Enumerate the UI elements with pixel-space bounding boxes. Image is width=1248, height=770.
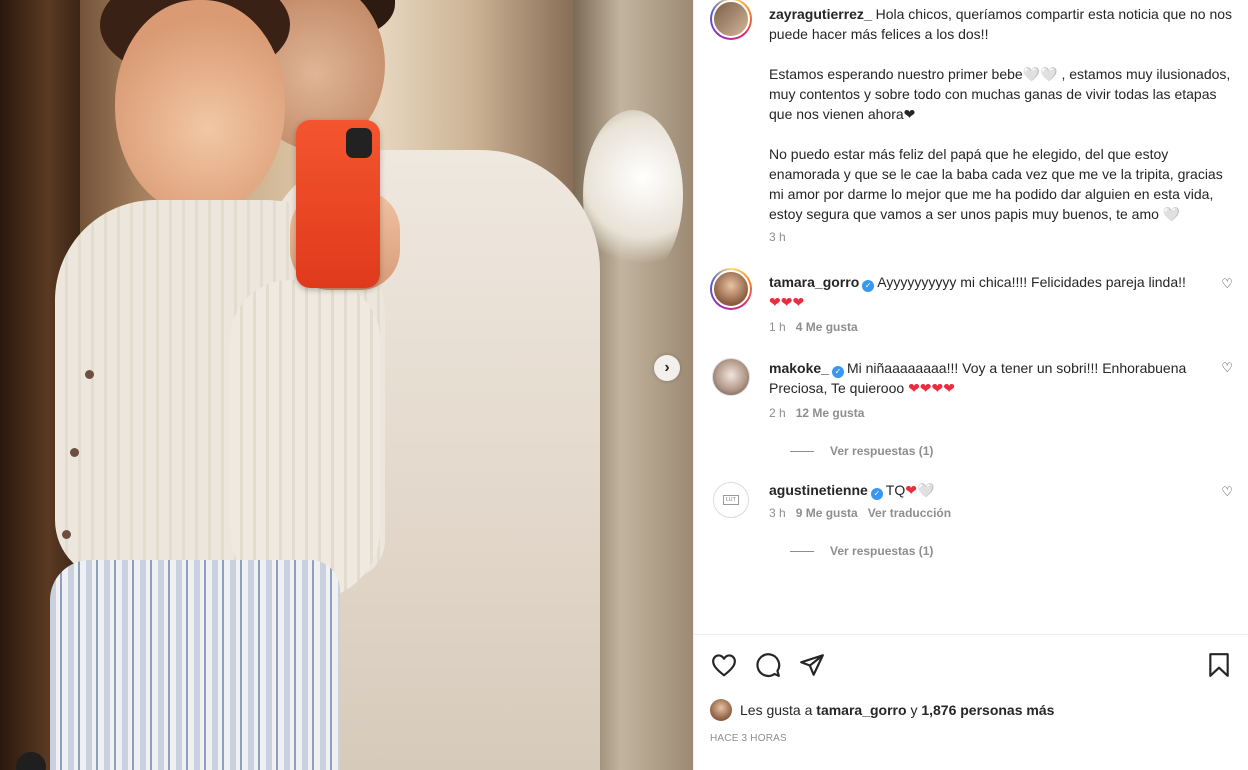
cardigan-button: [70, 448, 79, 457]
share-icon[interactable]: [798, 651, 826, 679]
liker-avatar[interactable]: [710, 699, 732, 721]
comment-username[interactable]: tamara_gorro: [769, 274, 859, 290]
view-replies-button[interactable]: Ver respuestas (1): [790, 444, 1233, 458]
replies-line: [790, 450, 814, 452]
comment-body: Ayyyyyyyyyy mi chica!!!! Felicidades par…: [877, 274, 1186, 290]
likes-prefix: Les gusta a: [740, 702, 813, 718]
heart-emojis: ❤❤❤❤: [908, 380, 955, 396]
heart-emojis: ❤🤍: [905, 482, 935, 498]
like-comment-icon[interactable]: ♡: [1221, 484, 1233, 500]
comment-text: makoke_ ✓ Mi niñaaaaaaaa!!! Voy a tener un…: [769, 358, 1197, 398]
likes-summary: Les gusta a tamara_gorro y 1,876 persona…: [710, 695, 1233, 725]
caption-text: zayragutierrez_ Hola chicos, queríamos c…: [769, 4, 1233, 224]
post-actions: Les gusta a tamara_gorro y 1,876 persona…: [694, 634, 1248, 744]
avatar[interactable]: [710, 268, 752, 310]
comment: tamara_gorro ✓ Ayyyyyyyyyy mi chica!!!! Fe…: [710, 268, 1233, 334]
verified-icon: ✓: [862, 280, 875, 292]
avatar[interactable]: [712, 358, 750, 396]
caption-username[interactable]: zayragutierrez_: [769, 6, 872, 22]
view-replies-button[interactable]: Ver respuestas (1): [790, 544, 1233, 558]
like-comment-icon[interactable]: ♡: [1221, 360, 1233, 376]
comment-likes[interactable]: 12 Me gusta: [796, 406, 865, 420]
post-photo[interactable]: ›: [0, 0, 693, 770]
photo-phone: [296, 120, 380, 288]
comment-icon[interactable]: [754, 651, 782, 679]
caption-time[interactable]: 3 h: [769, 230, 786, 244]
caption-body: Hola chicos, queríamos compartir esta no…: [769, 6, 1233, 222]
comment-text: tamara_gorro ✓ Ayyyyyyyyyy mi chica!!!! Fe…: [769, 272, 1197, 312]
post-details-panel: zayragutierrez_ Hola chicos, queríamos c…: [693, 0, 1248, 770]
heart-icon[interactable]: [710, 651, 738, 679]
comment-text: agustinetienne ✓ TQ❤🤍: [769, 480, 1197, 500]
comment: makoke_ ✓ Mi niñaaaaaaaa!!! Voy a tener un…: [710, 358, 1233, 420]
replies-line: [790, 550, 814, 552]
chevron-right-icon: ›: [664, 359, 670, 376]
comment-meta: 1 h 4 Me gusta: [769, 320, 1197, 334]
comment-time[interactable]: 2 h: [769, 406, 786, 420]
comment: LUT agustinetienne ✓ TQ❤🤍 3 h 9 Me gusta Ver…: [710, 480, 1233, 520]
comment-username[interactable]: agustinetienne: [769, 482, 868, 498]
comment-time[interactable]: 3 h: [769, 506, 786, 520]
photo-pants: [50, 560, 340, 770]
avatar[interactable]: [710, 0, 752, 40]
comment-meta: 3 h 9 Me gusta Ver traducción: [769, 506, 1197, 520]
comment-body: Mi niñaaaaaaaa!!! Voy a tener un sobri!!…: [769, 360, 1191, 396]
caption: zayragutierrez_ Hola chicos, queríamos c…: [710, 0, 1233, 244]
likes-user[interactable]: tamara_gorro: [816, 702, 906, 718]
view-replies-label: Ver respuestas (1): [830, 444, 934, 458]
bookmark-icon[interactable]: [1205, 651, 1233, 679]
caption-meta: 3 h: [769, 230, 1233, 244]
comment-likes[interactable]: 4 Me gusta: [796, 320, 858, 334]
post-timestamp[interactable]: HACE 3 HORAS: [710, 733, 1233, 744]
comments-scroll[interactable]: zayragutierrez_ Hola chicos, queríamos c…: [694, 0, 1248, 634]
comment-username[interactable]: makoke_: [769, 360, 829, 376]
verified-icon: ✓: [870, 488, 883, 500]
comment-likes[interactable]: 9 Me gusta: [796, 506, 858, 520]
verified-icon: ✓: [831, 366, 844, 378]
like-comment-icon[interactable]: ♡: [1221, 276, 1233, 292]
photo-sleeve: [230, 280, 380, 600]
photo-woman-head: [115, 0, 285, 215]
comment-meta: 2 h 12 Me gusta: [769, 406, 1197, 420]
cardigan-button: [62, 530, 71, 539]
cardigan-button: [85, 370, 94, 379]
phone-camera: [346, 128, 372, 158]
view-replies-label: Ver respuestas (1): [830, 544, 934, 558]
translate-button[interactable]: Ver traducción: [868, 506, 951, 520]
avatar[interactable]: LUT: [713, 482, 749, 518]
likes-connector: y: [910, 702, 918, 718]
likes-others[interactable]: 1,876 personas más: [921, 702, 1054, 718]
next-photo-button[interactable]: ›: [654, 355, 680, 381]
comment-body: TQ: [885, 482, 906, 498]
comment-time[interactable]: 1 h: [769, 320, 786, 334]
avatar-logo-text: LUT: [722, 495, 740, 505]
action-icons: [710, 635, 1233, 695]
heart-emojis: ❤❤❤: [769, 294, 805, 310]
